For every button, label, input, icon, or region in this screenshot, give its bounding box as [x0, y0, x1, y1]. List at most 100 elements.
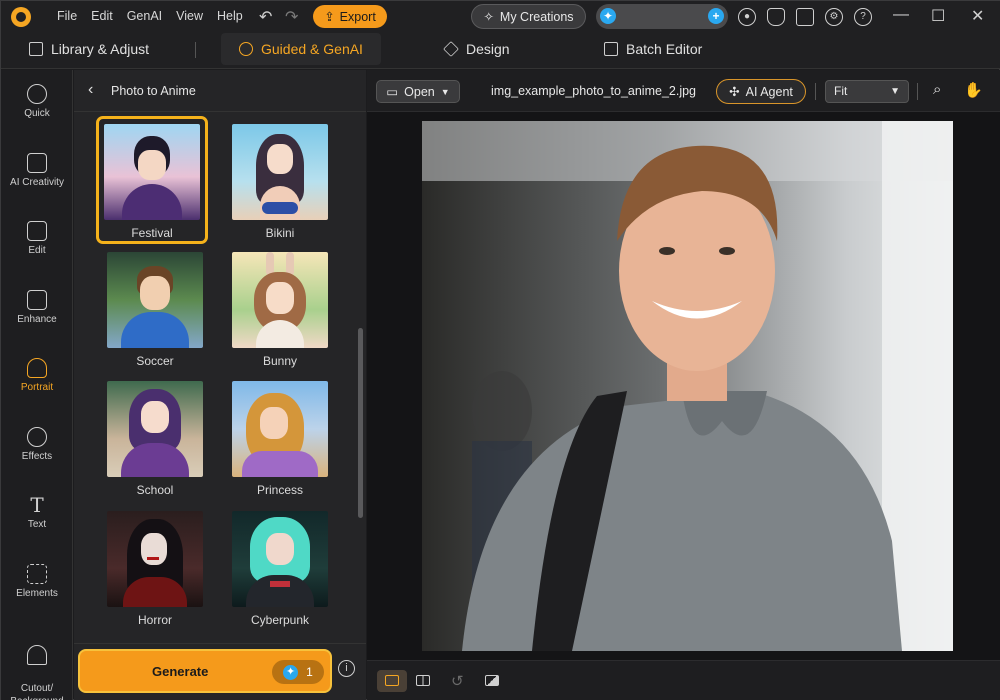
rail-quick[interactable]: Quick	[1, 84, 73, 119]
split-view-icon	[416, 675, 430, 686]
divider	[917, 83, 918, 100]
open-button[interactable]: ▭ Open ▼	[376, 80, 460, 103]
rail-text[interactable]: T Text	[1, 495, 73, 530]
redo-icon[interactable]: ↷	[285, 7, 298, 27]
style-label: Horror	[137, 613, 172, 627]
title-bar: File Edit GenAI View Help ↶ ↷ ⇪ Export ✧…	[1, 1, 1000, 33]
close-icon[interactable]: ✕	[971, 6, 984, 26]
bikini-thumbnail	[232, 124, 328, 220]
menu-help[interactable]: Help	[217, 9, 243, 23]
panel-title: Photo to Anime	[111, 84, 196, 98]
menu-genai[interactable]: GenAI	[127, 9, 162, 23]
style-tile-bikini[interactable]: Bikini	[224, 124, 336, 240]
cutout-icon	[27, 645, 47, 665]
effects-icon	[27, 427, 47, 447]
rail-effects[interactable]: Effects	[1, 427, 73, 462]
style-label: Bikini	[265, 226, 295, 240]
sparkle-icon: ✧	[483, 10, 494, 24]
panel-scrollbar[interactable]	[358, 328, 363, 518]
minimize-icon[interactable]: —	[893, 6, 909, 24]
single-view-icon	[385, 675, 399, 686]
elements-icon	[27, 564, 47, 584]
tab-guided-genai[interactable]: Guided & GenAI	[221, 33, 381, 65]
portrait-photo	[422, 121, 953, 651]
menu-view[interactable]: View	[176, 9, 203, 23]
edit-image-icon	[27, 221, 47, 241]
notification-icon[interactable]	[767, 8, 785, 26]
credit-icon: ✦	[283, 664, 299, 680]
history-icon[interactable]: ↺	[451, 672, 464, 690]
style-tile-soccer[interactable]: Soccer	[99, 252, 211, 368]
style-tile-festival[interactable]: Festival	[96, 116, 208, 244]
ai-agent-button[interactable]: ✣ AI Agent	[716, 79, 806, 104]
undo-icon[interactable]: ↶	[259, 7, 272, 27]
enhance-icon	[27, 290, 47, 310]
style-label: Festival	[131, 226, 173, 240]
main-menu: File Edit GenAI View Help	[57, 9, 243, 23]
panel-footer: Generate ✦ 1 i	[74, 643, 366, 700]
style-tile-cyberpunk[interactable]: Cyberpunk	[224, 511, 336, 627]
mode-bar: Library & Adjust Guided & GenAI Design B…	[1, 33, 1000, 69]
style-tile-horror[interactable]: Horror	[99, 511, 211, 627]
portrait-icon	[27, 358, 47, 378]
tab-library-adjust[interactable]: Library & Adjust	[29, 33, 149, 65]
add-credits-icon[interactable]: +	[708, 8, 724, 24]
layers-icon	[443, 41, 459, 57]
help-icon[interactable]: ?	[854, 8, 872, 26]
soccer-thumbnail	[107, 252, 203, 348]
search-icon[interactable]: ⌕	[933, 81, 941, 98]
rail-elements[interactable]: Elements	[1, 564, 73, 599]
princess-thumbnail	[232, 381, 328, 477]
text-icon: T	[30, 493, 44, 517]
panel-header: ‹ Photo to Anime	[74, 70, 366, 112]
rail-edit[interactable]: Edit	[1, 221, 73, 256]
cyberpunk-thumbnail	[232, 511, 328, 607]
back-chevron-icon[interactable]: ‹	[88, 81, 93, 99]
info-icon[interactable]: i	[338, 660, 355, 677]
zoom-select[interactable]: Fit ▼	[825, 80, 909, 103]
style-label: School	[136, 483, 174, 497]
style-grid: Festival Bikini Soccer Bunny School Prin…	[74, 113, 366, 643]
single-view-button[interactable]	[377, 670, 407, 692]
export-button[interactable]: ⇪ Export	[313, 5, 387, 28]
style-label: Soccer	[136, 354, 174, 368]
canvas-toolbar: ▭ Open ▼ img_example_photo_to_anime_2.jp…	[367, 70, 1000, 112]
canvas-area: ▭ Open ▼ img_example_photo_to_anime_2.jp…	[367, 70, 1000, 700]
account-icon[interactable]: ●	[738, 8, 756, 26]
credit-icon: ✦	[600, 8, 616, 24]
rail-cutout-background[interactable]: Cutout/ Background	[1, 632, 73, 700]
batch-image-icon	[604, 42, 618, 56]
magic-wand-icon	[239, 42, 253, 56]
library-icon	[29, 42, 43, 56]
compare-view-button[interactable]	[408, 670, 438, 692]
original-toggle-button[interactable]	[477, 670, 507, 692]
tab-batch-editor[interactable]: Batch Editor	[604, 33, 702, 65]
menu-edit[interactable]: Edit	[91, 9, 113, 23]
maximize-icon[interactable]: ☐	[931, 6, 945, 26]
divider	[815, 83, 816, 100]
menu-file[interactable]: File	[57, 9, 77, 23]
style-panel: ‹ Photo to Anime Festival Bikini Soccer …	[74, 70, 366, 700]
megaphone-icon[interactable]	[796, 8, 814, 26]
settings-icon[interactable]: ⚙	[825, 8, 843, 26]
generate-button[interactable]: Generate ✦ 1	[78, 649, 332, 693]
style-tile-bunny[interactable]: Bunny	[224, 252, 336, 368]
quick-wand-icon	[27, 84, 47, 104]
credits-pill[interactable]: ✦ +	[596, 4, 728, 29]
file-name: img_example_photo_to_anime_2.jpg	[491, 84, 697, 98]
ai-creativity-icon	[27, 153, 47, 173]
titlebar-icons: ● ⚙ ?	[738, 8, 872, 26]
before-after-icon	[485, 675, 499, 686]
divider	[195, 42, 196, 58]
style-tile-school[interactable]: School	[99, 381, 211, 497]
rail-portrait[interactable]: Portrait	[1, 358, 73, 393]
hand-pan-icon[interactable]: ✋	[964, 81, 983, 99]
style-tile-princess[interactable]: Princess	[224, 381, 336, 497]
rail-ai-creativity[interactable]: AI Creativity	[1, 153, 73, 188]
school-thumbnail	[107, 381, 203, 477]
tab-design[interactable]: Design	[443, 33, 510, 65]
my-creations-button[interactable]: ✧ My Creations	[471, 4, 586, 29]
chevron-down-icon: ▼	[440, 86, 450, 97]
rail-enhance[interactable]: Enhance	[1, 290, 73, 325]
generate-label: Generate	[152, 664, 209, 679]
